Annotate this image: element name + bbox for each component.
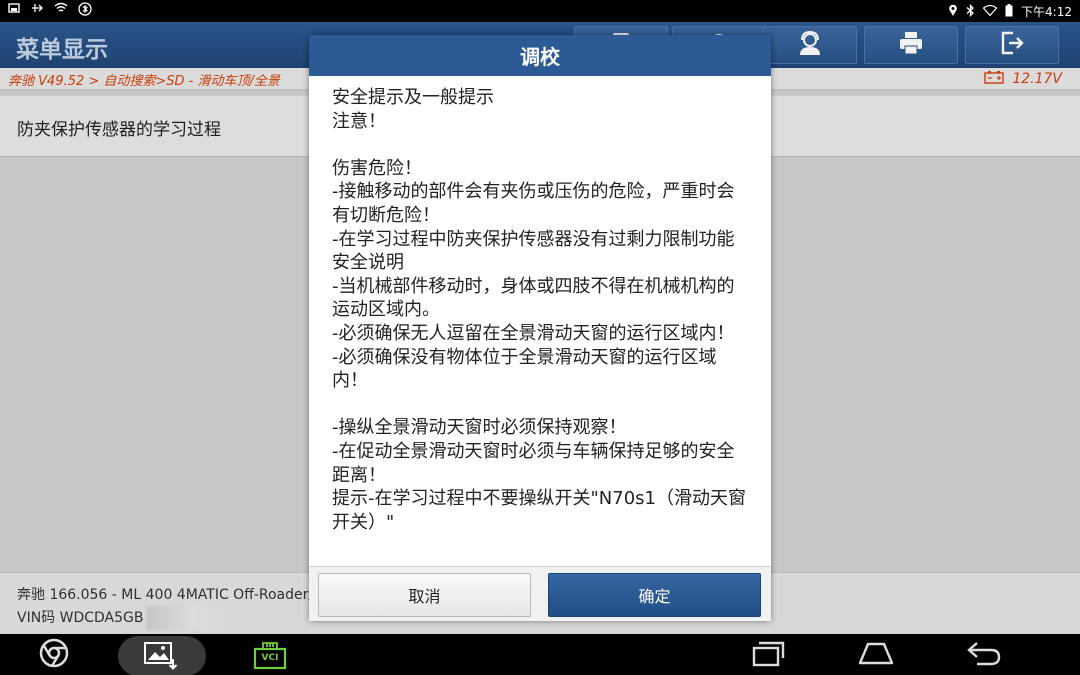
wifi-signal-icon: [982, 4, 998, 19]
dialog-footer: 取消 确定: [309, 566, 771, 621]
screenshot-gallery-icon: [143, 641, 179, 675]
browser-button[interactable]: [34, 634, 74, 675]
dialog-body[interactable]: 安全提示及一般提示 注意！ 伤害危险！ -接触移动的部件会有夹伤或压伤的危险，严…: [309, 76, 771, 566]
bluetooth-icon: [966, 3, 975, 20]
vci-icon: VCI: [252, 640, 288, 670]
confirm-button[interactable]: 确定: [548, 573, 761, 617]
image-notification-icon: [8, 2, 20, 20]
location-icon: [948, 4, 958, 20]
calibration-dialog: 调校 安全提示及一般提示 注意！ 伤害危险！ -接触移动的部件会有夹伤或压伤的危…: [309, 35, 771, 621]
home-icon: [857, 639, 895, 671]
dialog-message: 安全提示及一般提示 注意！ 伤害危险！ -接触移动的部件会有夹伤或压伤的危险，严…: [332, 87, 746, 533]
vci-label: VCI: [261, 652, 279, 663]
cancel-button[interactable]: 取消: [318, 573, 531, 617]
system-nav-bar: VCI: [0, 634, 1080, 675]
vci-button[interactable]: VCI: [250, 634, 290, 675]
usb-icon: [30, 2, 44, 20]
wifi-icon: [54, 2, 68, 20]
back-icon: [965, 639, 1003, 671]
recent-apps-icon: [750, 639, 786, 671]
home-button[interactable]: [854, 634, 898, 675]
dialog-title: 调校: [309, 35, 771, 76]
screenshot-button[interactable]: [118, 636, 206, 675]
bluetooth-circle-icon: [78, 2, 92, 20]
browser-icon: [38, 637, 70, 673]
status-time: 下午4:12: [1021, 5, 1072, 19]
status-bar: 下午4:12: [0, 0, 1080, 22]
back-button[interactable]: [962, 634, 1006, 675]
recent-apps-button[interactable]: [746, 634, 790, 675]
battery-icon: [1005, 3, 1013, 20]
